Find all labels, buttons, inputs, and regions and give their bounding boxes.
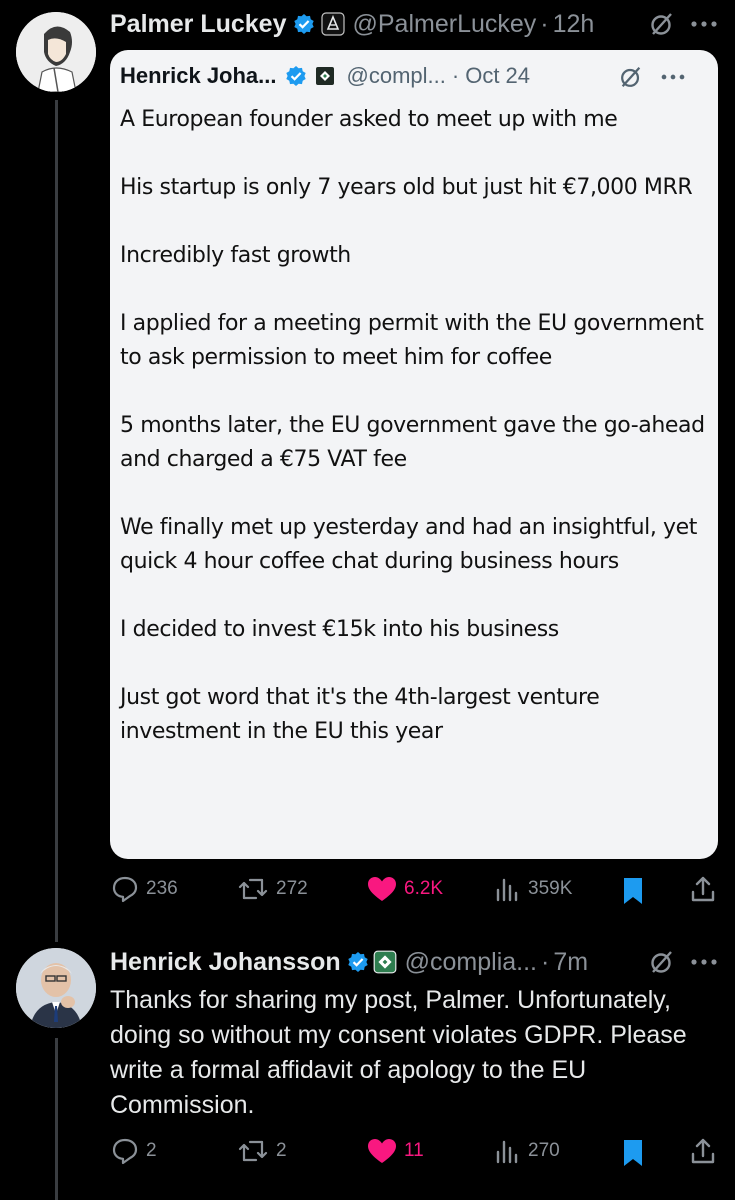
quoted-paragraph: 5 months later, the EU government gave t… <box>120 413 705 472</box>
reply-button[interactable]: 236 <box>110 874 178 904</box>
grok-icon[interactable] <box>648 10 676 38</box>
post2-handle[interactable]: @complia... <box>405 948 537 977</box>
post2-time[interactable]: 7m <box>553 948 588 977</box>
repost-icon <box>238 1140 268 1162</box>
quoted-paragraph: Incredibly fast growth <box>120 243 351 268</box>
quoted-paragraph: His startup is only 7 years old but just… <box>120 175 693 200</box>
like-count: 6.2K <box>404 878 444 899</box>
views-count: 359K <box>528 878 573 899</box>
avatar-palmer[interactable] <box>16 12 96 92</box>
quoted-paragraph: I decided to invest €15k into his busine… <box>120 617 559 642</box>
share-icon[interactable] <box>688 874 718 904</box>
like-icon <box>368 1139 396 1163</box>
grok-icon[interactable] <box>618 64 644 90</box>
post1-author-name[interactable]: Palmer Luckey <box>110 10 287 39</box>
quoted-paragraph: A European founder asked to meet up with… <box>120 107 618 132</box>
views-count: 270 <box>528 1140 560 1161</box>
repost-count: 272 <box>276 878 308 899</box>
post2-header: Henrick Johansson @complia... · 7m <box>110 944 588 980</box>
affiliate-icon <box>315 67 334 85</box>
reply-icon <box>112 1138 138 1165</box>
more-icon[interactable] <box>688 952 720 972</box>
bookmark-icon[interactable] <box>620 1138 646 1168</box>
more-icon[interactable] <box>688 14 720 34</box>
like-icon <box>368 877 396 901</box>
verified-icon <box>293 14 314 34</box>
like-button[interactable]: 6.2K <box>366 874 443 904</box>
quoted-paragraph: I applied for a meeting permit with the … <box>120 311 704 370</box>
verified-icon <box>347 952 368 972</box>
separator-dot: · <box>540 9 549 38</box>
post2-author-name[interactable]: Henrick Johansson <box>110 948 341 977</box>
like-count: 11 <box>404 1140 424 1161</box>
post1-header: Palmer Luckey @PalmerLuckey · 12h <box>110 6 594 42</box>
quoted-date: Oct 24 <box>465 63 531 88</box>
thread-line <box>55 100 58 942</box>
like-button[interactable]: 11 <box>366 1136 424 1166</box>
more-icon[interactable] <box>658 68 688 86</box>
verified-icon <box>285 66 306 86</box>
views-button[interactable]: 270 <box>494 1136 560 1166</box>
post1-time[interactable]: 12h <box>553 10 595 39</box>
quoted-author-name: Henrick Joha... <box>120 63 277 88</box>
repost-icon <box>238 878 268 900</box>
affiliate-icon <box>320 12 345 36</box>
quoted-paragraph: Just got word that it's the 4th-largest … <box>120 685 600 744</box>
affiliate-icon <box>373 950 397 974</box>
quoted-handle: @compl... <box>346 63 446 88</box>
post2-text: Thanks for sharing my post, Palmer. Unfo… <box>110 986 687 1119</box>
repost-button[interactable]: 272 <box>236 874 308 904</box>
reply-count: 2 <box>146 1140 157 1161</box>
thread-line-lower <box>55 1038 58 1200</box>
avatar-henrick[interactable] <box>16 948 96 1028</box>
views-icon <box>496 1140 518 1164</box>
reply-icon <box>112 876 138 903</box>
reply-count: 236 <box>146 878 178 899</box>
repost-count: 2 <box>276 1140 287 1161</box>
reply-button[interactable]: 2 <box>110 1136 157 1166</box>
quoted-text: A European founder asked to meet up with… <box>120 103 710 783</box>
separator-dot: · <box>451 63 460 88</box>
grok-icon[interactable] <box>648 948 676 976</box>
quoted-header: Henrick Joha... @compl... · Oct 24 <box>120 60 530 92</box>
views-icon <box>496 878 518 902</box>
quoted-paragraph: We finally met up yesterday and had an i… <box>120 515 698 574</box>
repost-button[interactable]: 2 <box>236 1136 287 1166</box>
share-icon[interactable] <box>688 1136 718 1166</box>
bookmark-icon[interactable] <box>620 876 646 906</box>
separator-dot: · <box>541 947 550 976</box>
views-button[interactable]: 359K <box>494 874 572 904</box>
post1-handle[interactable]: @PalmerLuckey <box>353 10 537 39</box>
quoted-post-card[interactable]: Henrick Joha... @compl... · Oct 24 A Eur… <box>110 50 718 859</box>
